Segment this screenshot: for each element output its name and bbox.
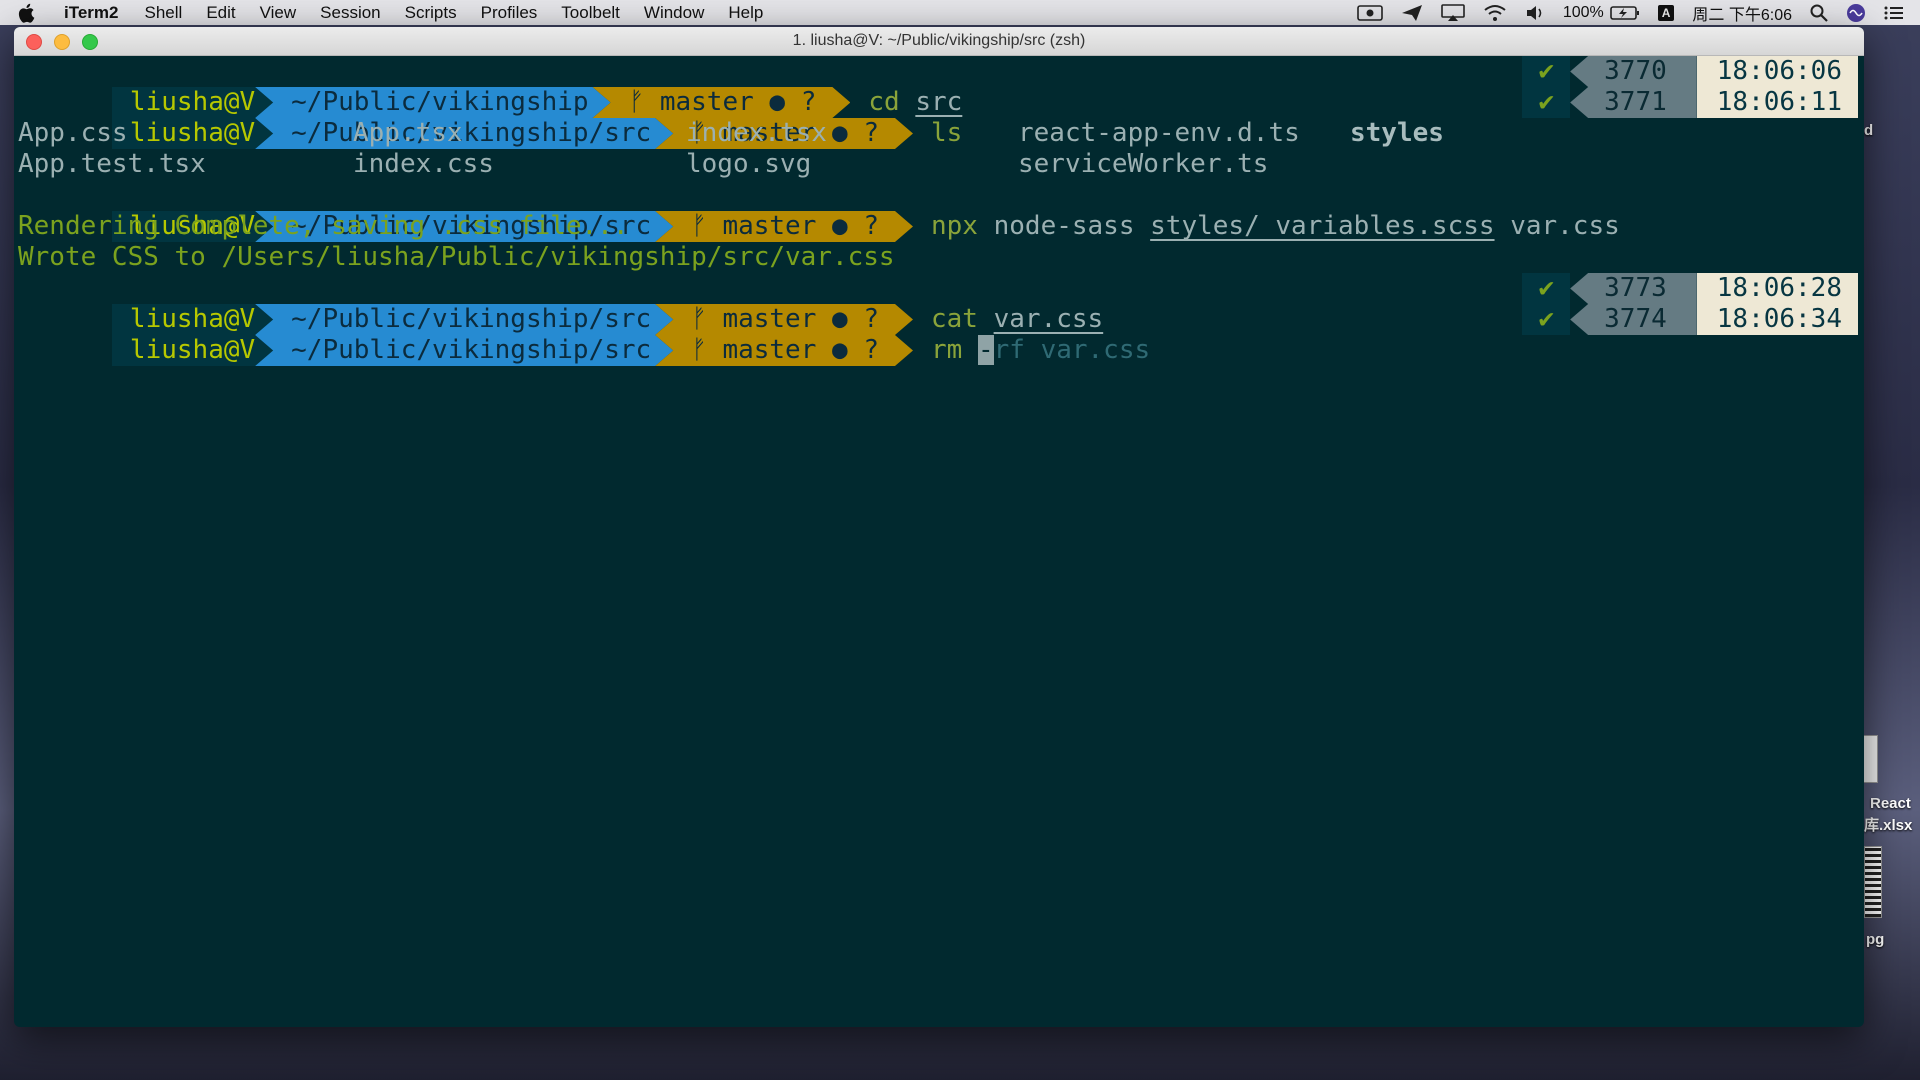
battery-percent: 100%: [1562, 3, 1604, 21]
volume-icon[interactable]: [1525, 4, 1545, 22]
menu-session[interactable]: Session: [320, 0, 380, 25]
traffic-lights: [26, 34, 98, 50]
success-check-icon: ✔: [1522, 87, 1571, 118]
ls-entry: serviceWorker.ts: [1018, 149, 1269, 179]
menu-scripts[interactable]: Scripts: [405, 0, 457, 25]
output-line: Rendering Complete, saving .css file...: [18, 211, 629, 241]
right-prompt-status: ✔ 3771 18:06:11: [1522, 87, 1858, 118]
output-line: Wrote CSS to /Users/liusha/Public/viking…: [18, 242, 895, 272]
window-titlebar[interactable]: 1. liusha@V: ~/Public/vikingship/src (zs…: [14, 27, 1864, 56]
zoom-button[interactable]: [82, 34, 98, 50]
desktop-file-label[interactable]: 库.xlsx: [1864, 814, 1912, 835]
close-button[interactable]: [26, 34, 42, 50]
ls-entry: App.test.tsx: [18, 149, 206, 179]
send-icon[interactable]: [1401, 4, 1423, 22]
menu-edit[interactable]: Edit: [206, 0, 235, 25]
ls-entry: index.css: [353, 149, 494, 179]
desktop-file-label[interactable]: pg: [1866, 931, 1884, 948]
history-number: 3770: [1570, 56, 1697, 87]
ls-entry: logo.svg: [686, 149, 812, 179]
prompt-line: liusha@V ~/Public/vikingship/src ᚠ master …: [18, 273, 1103, 335]
ls-entry: index.tsx: [686, 118, 827, 148]
success-check-icon: ✔: [1522, 273, 1571, 304]
prompt-user: liusha@V: [111, 335, 274, 366]
menu-profiles[interactable]: Profiles: [481, 0, 538, 25]
prompt-line: liusha@V ~/Public/vikingship ᚠ master ● ? c…: [18, 56, 962, 118]
history-number: 3771: [1570, 87, 1697, 118]
prompt-line: liusha@V ~/Public/vikingship/src ᚠ master …: [18, 180, 1620, 242]
prompt-time: 18:06:28: [1696, 273, 1858, 304]
prompt-user: liusha@V: [111, 118, 274, 149]
airplay-icon[interactable]: [1441, 3, 1465, 22]
screen-record-icon[interactable]: [1357, 4, 1383, 21]
menu-shell[interactable]: Shell: [145, 0, 183, 25]
desktop-file-label[interactable]: d: [1864, 122, 1873, 139]
history-number: 3774: [1570, 304, 1697, 335]
menu-view[interactable]: View: [260, 0, 297, 25]
prompt-line: liusha@V ~/Public/vikingship/src ᚠ master …: [18, 87, 962, 149]
menu-toolbelt[interactable]: Toolbelt: [561, 0, 620, 25]
prompt-path: ~/Public/vikingship/src: [255, 335, 673, 366]
history-number: 3773: [1570, 273, 1697, 304]
menu-help[interactable]: Help: [728, 0, 763, 25]
success-check-icon: ✔: [1522, 56, 1571, 87]
status-area: 100% A 周二 下午6:06: [1357, 0, 1904, 25]
command-arg: var.css: [1510, 211, 1620, 241]
wifi-icon[interactable]: [1483, 4, 1507, 22]
right-prompt-status: ✔ 3774 18:06:34: [1522, 304, 1858, 335]
desktop-qr-thumbnail[interactable]: [1864, 846, 1882, 918]
notification-center-icon[interactable]: [1884, 5, 1904, 21]
prompt-git-branch: ᚠ master ● ?: [655, 211, 913, 242]
prompt-time: 18:06:11: [1696, 87, 1858, 118]
input-method-indicator[interactable]: A: [1657, 4, 1675, 21]
success-check-icon: ✔: [1522, 304, 1571, 335]
command-arg: node-sass: [993, 211, 1135, 241]
prompt-time: 18:06:06: [1696, 56, 1858, 87]
minimize-button[interactable]: [54, 34, 70, 50]
battery-icon[interactable]: [1609, 5, 1640, 21]
text-cursor[interactable]: -: [977, 335, 994, 365]
iterm-window: 1. liusha@V: ~/Public/vikingship/src (zs…: [14, 27, 1864, 1027]
siri-icon[interactable]: [1846, 3, 1866, 23]
menu-bar: iTerm2 Shell Edit View Session Scripts P…: [0, 0, 1920, 25]
prompt-time: 18:06:34: [1696, 304, 1858, 335]
command-arg: styles/_variables.scss: [1150, 211, 1495, 241]
prompt-line-current: liusha@V ~/Public/vikingship/src ᚠ master …: [18, 304, 1150, 366]
menu-app-iterm2[interactable]: iTerm2: [64, 0, 119, 25]
desktop-file-label[interactable]: React: [1870, 795, 1911, 812]
apple-icon[interactable]: [18, 3, 36, 23]
autosuggestion-text: rf var.css: [993, 335, 1151, 365]
ls-directory: styles: [1350, 118, 1444, 148]
window-title: 1. liusha@V: ~/Public/vikingship/src (zs…: [792, 32, 1086, 49]
menu-window[interactable]: Window: [644, 0, 704, 25]
terminal-content[interactable]: liusha@V ~/Public/vikingship ᚠ master ● ? c…: [14, 56, 1864, 1027]
right-prompt-status: ✔ 3770 18:06:06: [1522, 56, 1858, 87]
desktop-file-thumbnail[interactable]: [1862, 735, 1878, 783]
ls-entry: App.css: [18, 118, 128, 148]
prompt-git-branch: ᚠ master ● ?: [655, 335, 913, 366]
ls-entry: App.tsx: [353, 118, 463, 148]
right-prompt-status: ✔ 3773 18:06:28: [1522, 273, 1858, 304]
command: ls: [930, 118, 963, 148]
command: npx: [930, 211, 978, 241]
command: rm: [930, 335, 963, 365]
ls-entry: react-app-env.d.ts: [1018, 118, 1300, 148]
prompt-path: ~/Public/vikingship/src: [255, 118, 673, 149]
menubar-clock[interactable]: 周二 下午6:06: [1692, 1, 1792, 25]
spotlight-search-icon[interactable]: [1810, 4, 1828, 22]
